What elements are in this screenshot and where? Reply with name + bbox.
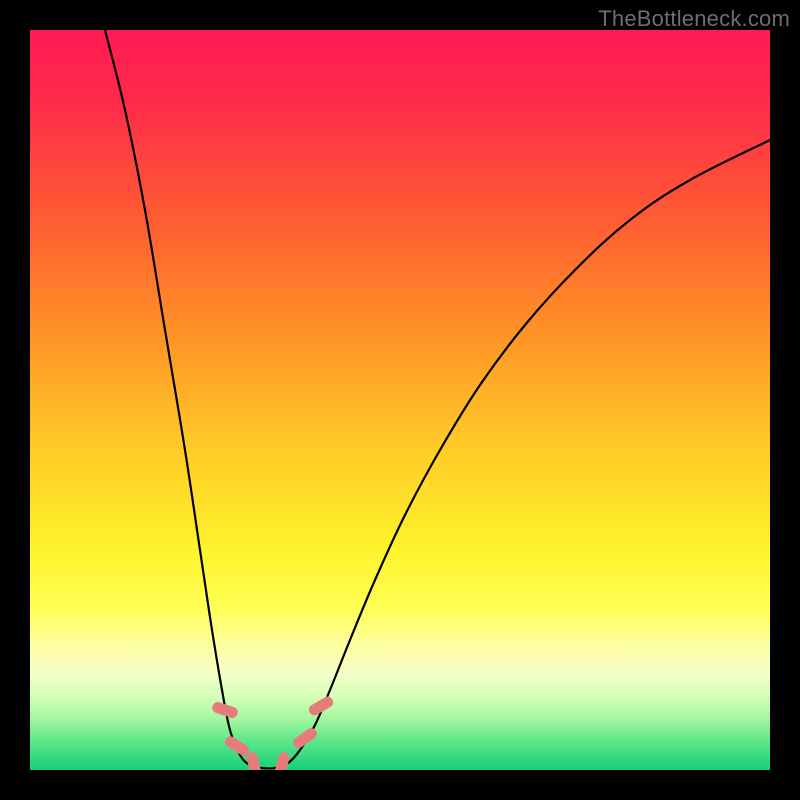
watermark-text: TheBottleneck.com [598, 6, 790, 32]
chart-svg [30, 30, 770, 770]
chart-area [30, 30, 770, 770]
gradient-rect [30, 30, 770, 770]
